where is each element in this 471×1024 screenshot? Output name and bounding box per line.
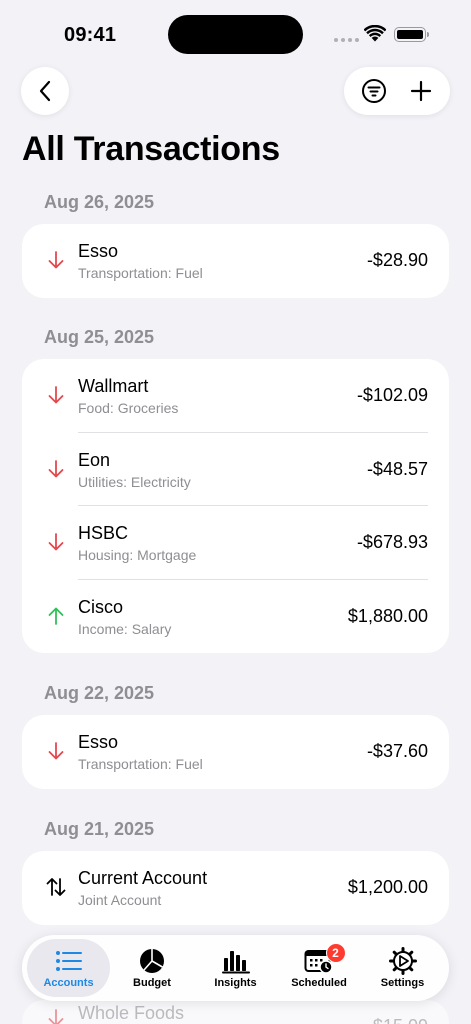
arrow-down-icon: [48, 459, 64, 477]
transaction-row-partial[interactable]: Whole Foods -$15.09: [22, 1000, 449, 1024]
bar-chart-icon: [221, 951, 250, 974]
transaction-row[interactable]: HSBC Housing: Mortgage -$678.93: [22, 506, 449, 580]
cellular-signal-icon: [334, 38, 359, 42]
transaction-amount: $1,880.00: [347, 605, 428, 626]
nav-actions: [344, 67, 450, 115]
section-date-header: Aug 22, 2025: [44, 683, 155, 703]
transaction-amount: $1,200.00: [347, 877, 428, 897]
transfer-arrows-icon: [46, 878, 66, 896]
gear-icon: [388, 947, 417, 975]
section-date-header: Aug 21, 2025: [44, 819, 155, 839]
transaction-row[interactable]: Esso Transportation: Fuel -$37.60: [22, 715, 449, 789]
transaction-name: Esso: [78, 241, 119, 261]
section-date-header: Aug 25, 2025: [44, 327, 155, 347]
tab-bar: Accounts Budget Insights 2 Scheduled Set…: [22, 935, 449, 1001]
transaction-category: Transportation: Fuel: [78, 756, 203, 772]
arrow-down-icon: [48, 386, 64, 404]
arrow-up-icon: [48, 607, 64, 625]
arrow-down-icon: [48, 251, 64, 269]
transaction-group: Esso Transportation: Fuel -$37.60: [22, 715, 449, 789]
transaction-amount: -$37.60: [366, 741, 428, 761]
scheduled-count-badge: 2: [325, 943, 346, 963]
transaction-amount: -$28.90: [366, 250, 428, 270]
arrow-down-icon: [48, 1009, 64, 1024]
back-button[interactable]: [21, 67, 69, 115]
tab-label: Accounts: [43, 977, 94, 989]
tab-settings[interactable]: Settings: [361, 939, 444, 997]
transaction-row[interactable]: Esso Transportation: Fuel -$28.90: [22, 224, 449, 298]
arrow-down-icon: [48, 742, 64, 760]
transaction-category: Food: Groceries: [78, 400, 179, 416]
page-title: All Transactions: [22, 130, 280, 168]
list-icon: [55, 951, 82, 971]
filter-button[interactable]: [354, 71, 394, 111]
tab-budget[interactable]: Budget: [111, 939, 194, 997]
transaction-name: Cisco: [78, 596, 124, 617]
wifi-icon: [364, 25, 386, 42]
pie-chart-icon: [140, 949, 164, 973]
transaction-group: Esso Transportation: Fuel -$28.90: [22, 224, 449, 298]
battery-icon: [394, 27, 429, 42]
transaction-row[interactable]: Eon Utilities: Electricity -$48.57: [22, 433, 449, 506]
tab-accounts[interactable]: Accounts: [27, 939, 110, 997]
section-date-header: Aug 26, 2025: [44, 192, 155, 212]
transaction-name: Whole Foods: [78, 1003, 185, 1023]
transaction-row[interactable]: Cisco Income: Salary $1,880.00: [22, 580, 449, 654]
transaction-category: Housing: Mortgage: [78, 547, 197, 563]
transaction-name: Esso: [78, 732, 119, 752]
arrow-down-icon: [48, 533, 64, 551]
transaction-name: Eon: [78, 449, 111, 470]
status-time: 09:41: [64, 24, 117, 46]
transaction-group: Current Account Joint Account $1,200.00: [22, 851, 449, 925]
transaction-row[interactable]: Wallmart Food: Groceries -$102.09: [22, 359, 449, 433]
transaction-amount: -$678.93: [356, 532, 428, 552]
tab-label: Scheduled: [291, 977, 347, 989]
add-transaction-button[interactable]: [401, 71, 441, 111]
transaction-amount: -$102.09: [356, 385, 428, 405]
status-bar: 09:41: [0, 0, 471, 60]
dynamic-island: [168, 15, 303, 54]
tab-label: Settings: [380, 977, 425, 989]
transaction-category: Transportation: Fuel: [78, 265, 203, 281]
transaction-name: HSBC: [78, 523, 129, 543]
transaction-name: Wallmart: [78, 376, 149, 396]
transaction-category: Utilities: Electricity: [78, 473, 191, 490]
plus-icon: [410, 80, 431, 102]
tab-insights[interactable]: Insights: [194, 939, 277, 997]
filter-icon: [361, 79, 386, 103]
tab-label: Budget: [133, 977, 171, 989]
transaction-amount: -$15.09: [367, 1016, 428, 1024]
tab-label: Insights: [214, 977, 257, 989]
transaction-category: Joint Account: [78, 892, 162, 908]
transaction-amount: -$48.57: [366, 458, 428, 479]
chevron-left-icon: [39, 80, 51, 102]
transaction-name: Current Account: [78, 868, 208, 888]
transaction-group: Wallmart Food: Groceries -$102.09 Eon Ut…: [22, 359, 449, 653]
tab-scheduled[interactable]: 2 Scheduled: [278, 939, 361, 997]
transaction-category: Income: Salary: [78, 620, 172, 637]
transaction-row[interactable]: Current Account Joint Account $1,200.00: [22, 851, 449, 925]
